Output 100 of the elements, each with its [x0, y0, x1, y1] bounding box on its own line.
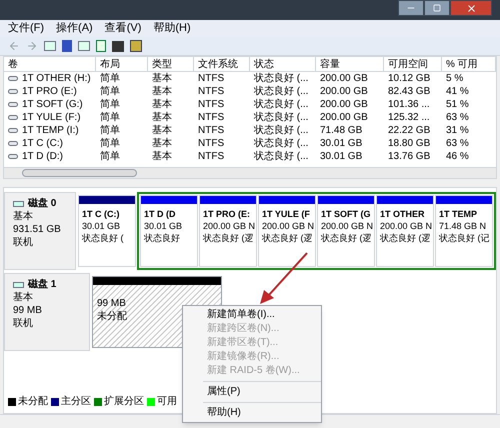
partition-size: 71.48 GB N [439, 220, 488, 232]
partition-size: 200.00 GB N [380, 220, 430, 232]
table-cell-text: 简单 [99, 98, 121, 112]
partition-block[interactable]: 1T TEMP 71.48 GB N 状态良好 (记 [435, 195, 493, 267]
table-cell-text: 13.76 GB [387, 150, 432, 164]
partition-block[interactable]: 1T YULE (F 200.00 GB N 状态良好 (逻 [258, 195, 316, 267]
disk-type: 基本 [13, 291, 34, 304]
table-cell: 1T OTHER (H:) [4, 71, 96, 86]
partition-status: 状态良好 (逻 [321, 232, 371, 244]
table-cell-text: 状态良好 (... [253, 124, 310, 138]
table-cell-text: 82.43 GB [387, 85, 432, 99]
menu-item[interactable]: 操作(A) [56, 20, 93, 37]
table-cell-text: NTFS [197, 85, 226, 99]
partition-size: 30.01 GB [82, 220, 122, 232]
table-cell-text: 31 % [445, 124, 470, 138]
table-cell-text: 125.32 ... [387, 111, 431, 125]
table-cell-text: 200.00 GB [319, 98, 369, 112]
table-cell: 1T YULE (F:) [4, 110, 96, 125]
partition-status: 状态良好 ( [82, 232, 124, 244]
partition-block[interactable]: 1T PRO (E: 200.00 GB N 状态良好 (逻 [199, 195, 257, 267]
table-cell-text: NTFS [197, 124, 226, 138]
disk-name: 磁盘 1 [28, 278, 56, 291]
table-cell-text: NTFS [197, 111, 226, 125]
table-cell-text: 30.01 GB [319, 137, 364, 151]
table-cell-text: 基本 [151, 124, 173, 138]
partition-bar [200, 196, 256, 204]
menu-option[interactable]: 帮助(H) [183, 406, 321, 420]
maximize-button[interactable] [424, 0, 450, 16]
table-cell-text: 基本 [151, 84, 173, 98]
table-cell-text: 71.48 GB [319, 124, 364, 138]
horizontal-scrollbar[interactable] [4, 167, 496, 178]
table-cell-text: 状态良好 (... [253, 72, 310, 86]
table-cell-text: 简单 [99, 124, 121, 138]
table-cell-text: 41 % [445, 85, 470, 99]
disk-label-panel[interactable]: 磁盘 1 基本 99 MB 联机 [4, 273, 90, 351]
column-header[interactable]: 卷 [4, 57, 96, 71]
table-cell: 1T TEMP (I:) [4, 123, 96, 138]
partition-block[interactable]: 1T D (D 30.01 GB 状态良好 [140, 195, 198, 267]
maximize-icon [433, 4, 441, 12]
table-cell-text: 5 % [445, 72, 464, 86]
table-cell-text: 63 % [445, 137, 470, 151]
minimize-button[interactable] [398, 0, 424, 16]
partition-status: 状态良好 (逻 [262, 232, 312, 244]
partition-bar [377, 196, 433, 204]
partition-bar [318, 196, 374, 204]
table-cell-text: 基本 [151, 150, 173, 164]
close-button[interactable] [450, 0, 492, 16]
table-cell-text: 46 % [445, 150, 470, 164]
table-cell-text: 18.80 GB [387, 137, 432, 151]
partition-block[interactable]: 1T C (C:) 30.01 GB 状态良好 ( [78, 195, 136, 267]
column-header[interactable]: 布局 [96, 57, 148, 71]
scrollbar-thumb[interactable] [22, 169, 137, 177]
disk-size: 99 MB [13, 304, 43, 317]
menu-item[interactable]: 帮助(H) [153, 20, 191, 37]
disk-status: 联机 [13, 317, 34, 330]
column-header[interactable]: 可用空间 [384, 57, 442, 71]
table-cell: 1T SOFT (G:) [4, 97, 96, 112]
column-header[interactable]: % 可用 [442, 57, 496, 71]
window-icon[interactable] [78, 41, 90, 51]
column-header[interactable]: 状态 [250, 57, 316, 71]
table-cell-text: 200.00 GB [319, 85, 369, 99]
legend-label: 未分配 [18, 394, 48, 409]
menu-option[interactable]: 属性(P) [183, 385, 321, 399]
partition-block[interactable]: 1T SOFT (G 200.00 GB N 状态良好 (逻 [317, 195, 375, 267]
table-cell-text: 基本 [151, 110, 173, 124]
column-header[interactable]: 文件系统 [194, 57, 250, 71]
partition-size: 200.00 GB N [321, 220, 371, 232]
partition-name: 1T TEMP [439, 208, 478, 220]
table-cell-text: 63 % [445, 111, 470, 125]
disk-status: 联机 [13, 236, 34, 249]
disk-label-panel[interactable]: 磁盘 0 基本 931.51 GB 联机 [4, 192, 76, 270]
legend-label: 主分区 [61, 394, 91, 409]
partition-bar [436, 196, 492, 204]
partition-name: 1T PRO (E: [203, 208, 252, 220]
menu-item[interactable]: 文件(F) [8, 20, 44, 37]
partition-bar [79, 196, 135, 204]
partition-status: 未分配 [97, 310, 127, 323]
disk-type: 基本 [13, 210, 34, 223]
column-header[interactable]: 类型 [148, 57, 194, 71]
table-cell-text: 状态良好 (... [253, 110, 310, 124]
table-cell: 1T C (C:) [4, 136, 96, 151]
partition-name: 1T D (D [144, 208, 176, 220]
table-cell-text: 51 % [445, 98, 470, 112]
window-icon[interactable] [44, 41, 56, 51]
partition-status: 状态良好 (逻 [203, 232, 253, 244]
partition-size: 30.01 GB [144, 220, 184, 232]
partition-block[interactable]: 1T OTHER 200.00 GB N 状态良好 (逻 [376, 195, 434, 267]
table-cell-text: 10.12 GB [387, 72, 432, 86]
partition-status: 状态良好 (逻 [380, 232, 430, 244]
table-cell-text: 200.00 GB [319, 72, 369, 86]
table-cell-text: 简单 [99, 150, 121, 164]
column-header[interactable]: 容量 [316, 57, 384, 71]
table-cell-text: NTFS [197, 137, 226, 151]
partition-size: 99 MB [97, 297, 126, 310]
annotation-arrow [258, 250, 310, 306]
table-cell-text: 30.01 GB [319, 150, 364, 164]
partition-size: 200.00 GB N [262, 220, 312, 232]
disk-size: 931.51 GB [13, 223, 62, 236]
partition-bar [259, 196, 315, 204]
menu-item[interactable]: 查看(V) [104, 20, 142, 37]
